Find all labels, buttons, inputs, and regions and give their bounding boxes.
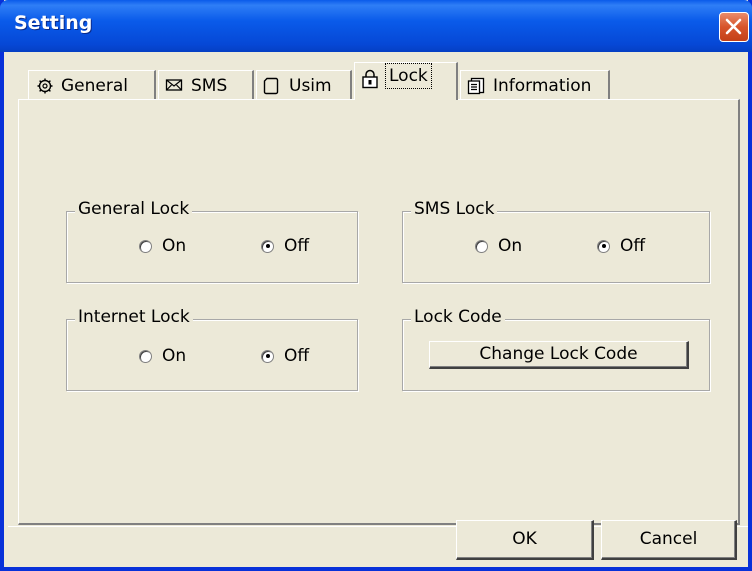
- general-lock-off-radio[interactable]: Off: [261, 236, 309, 256]
- internet-lock-title: Internet Lock: [75, 307, 193, 327]
- lock-code-group: Lock Code Change Lock Code: [402, 307, 710, 391]
- tab-usim[interactable]: Usim: [256, 70, 352, 99]
- settings-dialog: Setting General SMS Usim Lock Informatio…: [0, 0, 752, 571]
- lock-icon: [362, 69, 378, 89]
- tab-general[interactable]: General: [28, 70, 156, 99]
- internet-lock-on-label: On: [162, 346, 187, 366]
- tab-sms-label: SMS: [191, 76, 228, 96]
- radio-button[interactable]: [475, 239, 488, 253]
- tab-information-label: Information: [493, 76, 592, 96]
- sms-lock-group: SMS Lock On Off: [402, 199, 710, 283]
- general-lock-group: General Lock On Off: [66, 199, 358, 283]
- sim-card-icon: [263, 77, 279, 95]
- sms-lock-off-radio[interactable]: Off: [597, 236, 645, 256]
- sms-lock-on-radio[interactable]: On: [475, 236, 522, 256]
- radio-button-checked[interactable]: [261, 349, 274, 363]
- envelope-icon: [165, 79, 183, 91]
- general-lock-title: General Lock: [75, 199, 193, 219]
- ok-button[interactable]: OK: [456, 520, 594, 560]
- window-title: Setting: [14, 12, 93, 34]
- general-lock-on-radio[interactable]: On: [139, 236, 186, 256]
- tab-information[interactable]: Information: [460, 70, 610, 99]
- cancel-button[interactable]: Cancel: [601, 520, 737, 560]
- internet-lock-on-radio[interactable]: On: [139, 346, 186, 366]
- radio-button-checked[interactable]: [597, 239, 610, 253]
- sms-lock-title: SMS Lock: [411, 199, 498, 219]
- general-lock-off-label: Off: [284, 236, 310, 256]
- tab-lock[interactable]: Lock: [354, 62, 458, 100]
- tab-lock-label: Lock: [385, 63, 432, 89]
- gear-icon: [37, 78, 53, 94]
- title-bar[interactable]: Setting: [0, 0, 752, 52]
- internet-lock-off-radio[interactable]: Off: [261, 346, 309, 366]
- radio-button[interactable]: [139, 239, 152, 253]
- lock-code-title: Lock Code: [411, 307, 505, 327]
- sms-lock-off-label: Off: [620, 236, 646, 256]
- internet-lock-group: Internet Lock On Off: [66, 307, 358, 391]
- sms-lock-on-label: On: [498, 236, 523, 256]
- radio-button-checked[interactable]: [261, 239, 274, 253]
- tab-sms[interactable]: SMS: [158, 70, 254, 99]
- document-icon: [467, 77, 485, 95]
- general-lock-on-label: On: [162, 236, 187, 256]
- tab-usim-label: Usim: [289, 76, 332, 96]
- close-button[interactable]: [719, 12, 749, 42]
- radio-button[interactable]: [139, 349, 152, 363]
- lock-tab-panel: General Lock On Off SMS Lock On Off Inte…: [18, 99, 740, 525]
- tab-general-label: General: [61, 76, 128, 96]
- close-icon: [725, 18, 742, 35]
- change-lock-code-button[interactable]: Change Lock Code: [429, 341, 689, 369]
- internet-lock-off-label: Off: [284, 346, 310, 366]
